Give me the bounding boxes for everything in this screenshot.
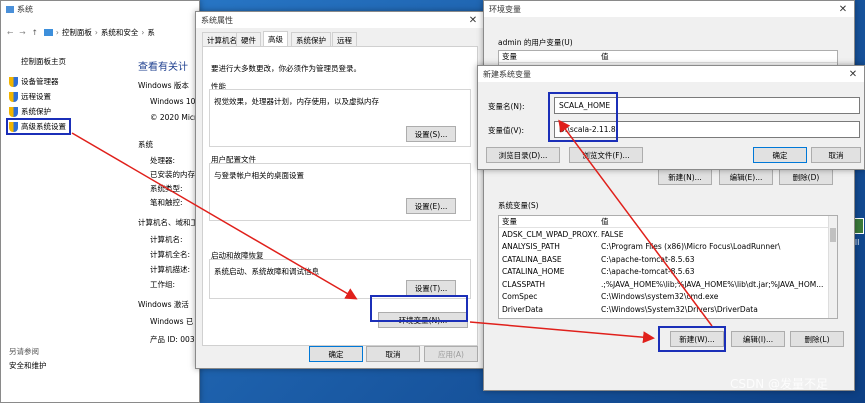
annotation-arrows	[71, 119, 713, 344]
arrow-to-env-button	[71, 132, 358, 300]
arrow-to-input-fields	[558, 119, 713, 327]
arrow-to-new-button	[469, 321, 655, 344]
watermark: CSDN @发量不足	[730, 377, 829, 391]
